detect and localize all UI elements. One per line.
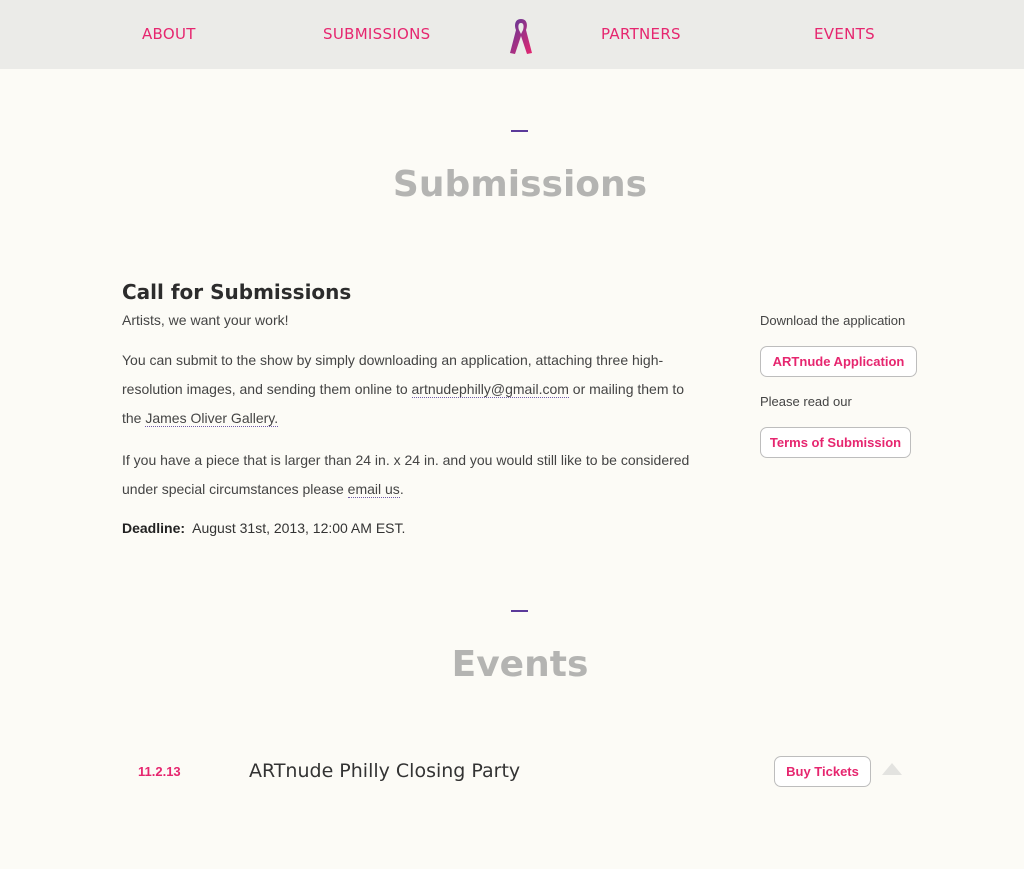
section-divider [511, 130, 528, 132]
deadline-label: Deadline: [122, 520, 186, 536]
submission-instructions: You can submit to the show by simply dow… [122, 346, 702, 433]
buy-tickets-button[interactable]: Buy Tickets [774, 756, 871, 787]
download-label: Download the application [760, 313, 906, 328]
awareness-ribbon-icon[interactable] [506, 17, 536, 57]
email-link[interactable]: artnudephilly@gmail.com [411, 381, 569, 398]
oversize-period: . [399, 481, 404, 497]
nav-submissions[interactable]: SUBMISSIONS [323, 25, 430, 43]
section-divider [511, 610, 528, 612]
call-for-submissions-title: Call for Submissions [122, 280, 352, 304]
submissions-heading: Submissions [392, 164, 648, 205]
gallery-link[interactable]: James Oliver Gallery. [145, 410, 279, 427]
event-date: 11.2.13 [138, 764, 181, 779]
deadline-value: August 31st, 2013, 12:00 AM EST. [192, 520, 406, 536]
back-to-top-icon[interactable] [882, 763, 902, 775]
deadline: Deadline: August 31st, 2013, 12:00 AM ES… [122, 520, 405, 536]
nav-events[interactable]: EVENTS [814, 25, 875, 43]
nav-partners[interactable]: PARTNERS [601, 25, 681, 43]
nav-about[interactable]: ABOUT [142, 25, 196, 43]
call-subtitle: Artists, we want your work! [122, 312, 289, 328]
events-heading: Events [451, 644, 589, 685]
oversize-note: If you have a piece that is larger than … [122, 446, 702, 504]
event-name: ARTnude Philly Closing Party [249, 760, 521, 782]
top-nav: ABOUT SUBMISSIONS PARTNERS EVENTS [0, 0, 1024, 69]
read-label: Please read our [760, 394, 852, 409]
terms-of-submission-button[interactable]: Terms of Submission [760, 427, 911, 458]
email-us-link[interactable]: email us [347, 481, 400, 498]
oversize-text: If you have a piece that is larger than … [122, 452, 690, 497]
application-download-button[interactable]: ARTnude Application [760, 346, 917, 377]
